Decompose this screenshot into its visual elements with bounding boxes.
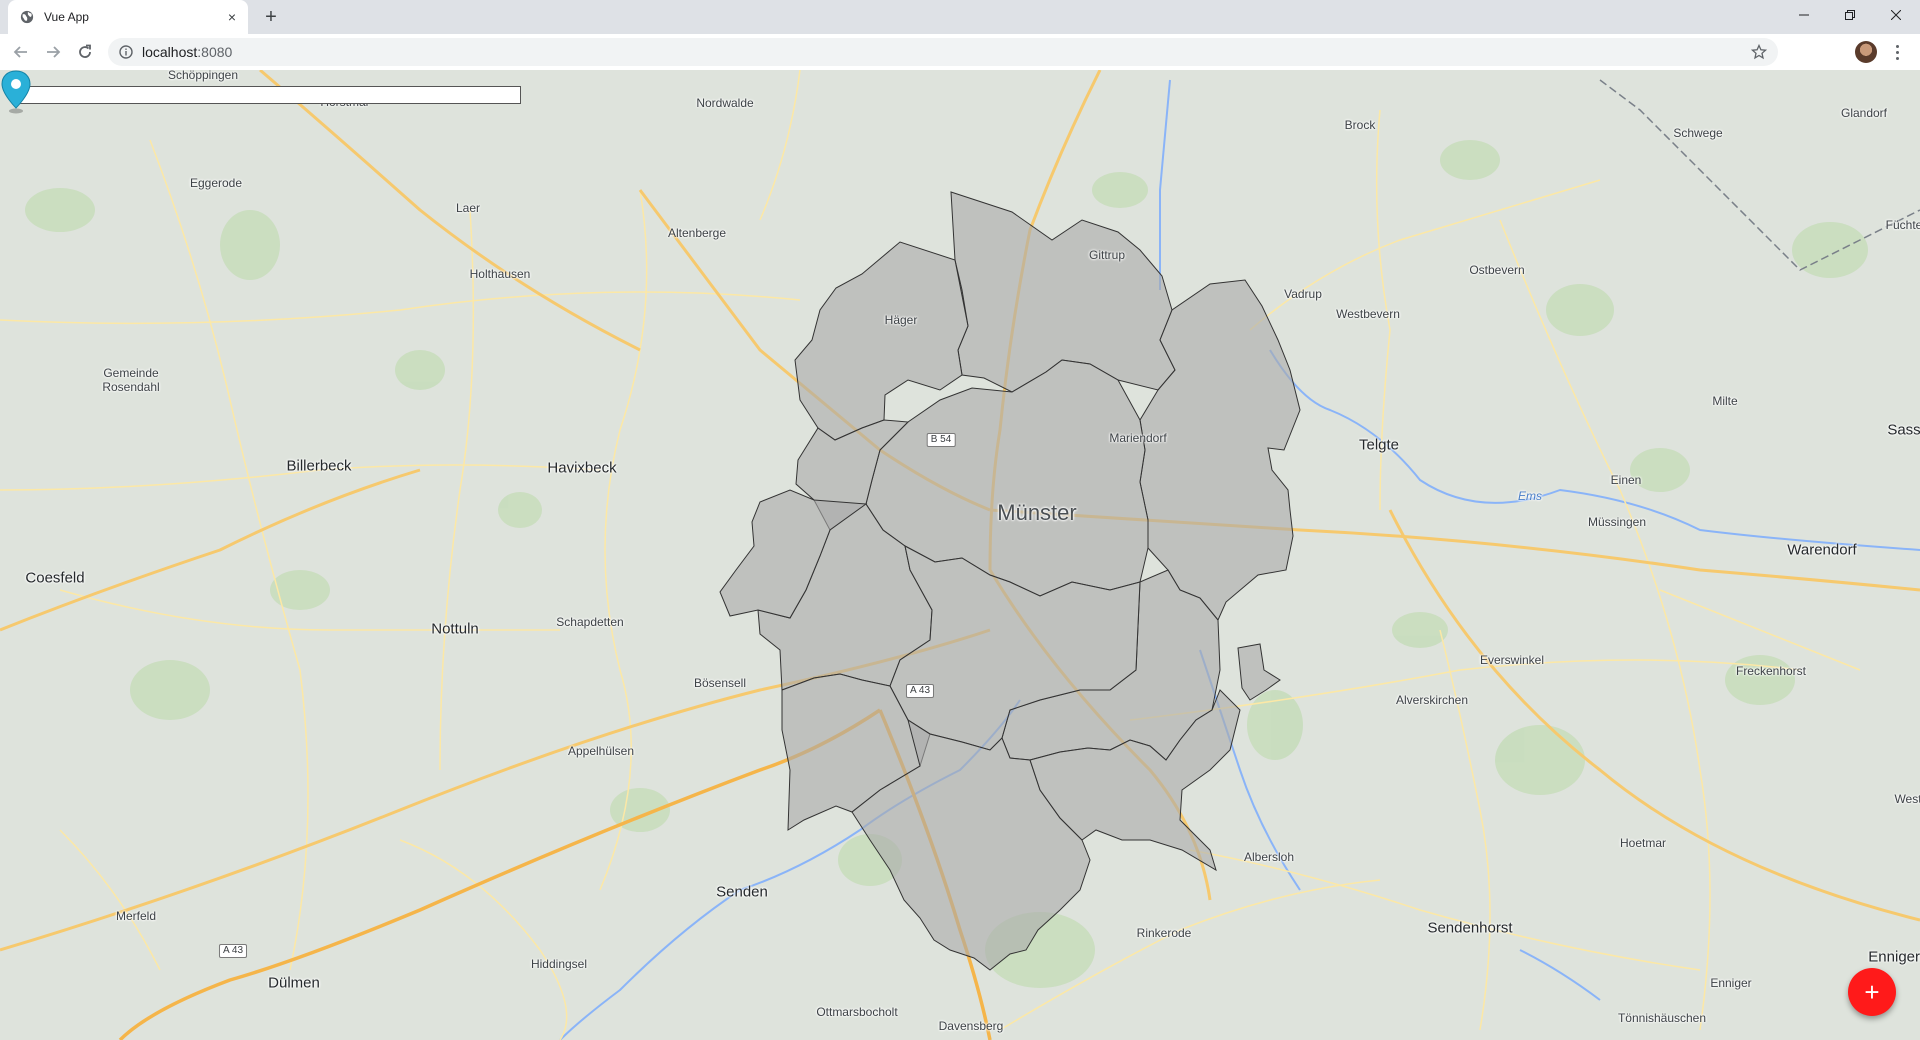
place-label: Müssingen: [1587, 515, 1647, 529]
place-label: Freckenhorst: [1735, 664, 1807, 678]
place-label: Ennigerlo: [1868, 948, 1920, 966]
place-label: Altenberge: [667, 226, 727, 240]
place-label: Milte: [1712, 394, 1738, 408]
reload-icon: [79, 44, 91, 58]
address-bar[interactable]: localhost:8080: [108, 38, 1778, 66]
reload-button[interactable]: [72, 39, 98, 65]
place-label: Schapdetten: [556, 615, 624, 629]
close-tab-icon[interactable]: ×: [224, 9, 240, 25]
place-label: Brock: [1344, 118, 1376, 132]
place-label: Nordwalde: [696, 96, 754, 110]
place-label: Davensberg: [938, 1019, 1004, 1033]
place-label: Enniger: [1710, 976, 1752, 990]
place-label: Bösensell: [693, 676, 747, 690]
place-label: Sass: [1887, 421, 1920, 439]
close-icon: [1891, 10, 1901, 20]
place-label: Gittrup: [1088, 248, 1126, 262]
place-label: Alverskirchen: [1395, 693, 1469, 707]
restore-icon: [1845, 10, 1855, 20]
url-port: :8080: [197, 44, 233, 60]
place-label: Sendenhorst: [1427, 919, 1513, 937]
map-viewport[interactable]: SchöppingenHorstmarNordwaldeBrockSchwege…: [0, 70, 1920, 1040]
place-label: Warendorf: [1787, 541, 1857, 559]
place-label: Hoetmar: [1619, 836, 1667, 850]
place-label: Einen: [1610, 473, 1642, 487]
minimize-button[interactable]: [1781, 0, 1827, 30]
place-label: Appelhülsen: [567, 744, 635, 758]
place-label: Havixbeck: [547, 459, 617, 477]
bookmark-star-icon[interactable]: [1750, 43, 1768, 61]
map-canvas: [0, 70, 1920, 1040]
add-button[interactable]: +: [1848, 968, 1896, 1016]
place-label: Albersloh: [1243, 850, 1295, 864]
place-label: West: [1894, 792, 1920, 806]
place-label: Schwege: [1673, 126, 1723, 140]
place-label: Schöppingen: [167, 70, 239, 82]
forward-arrow-icon: [47, 46, 61, 58]
road-shield: A 43: [218, 944, 248, 958]
place-label: Senden: [716, 883, 768, 901]
info-icon[interactable]: [118, 44, 134, 60]
url-host: localhost: [142, 44, 198, 60]
back-button[interactable]: [8, 39, 34, 65]
place-label: Münster: [997, 500, 1077, 525]
place-label: Merfeld: [115, 909, 157, 923]
back-arrow-icon: [13, 46, 27, 58]
place-label: Holthausen: [469, 267, 531, 281]
forward-button[interactable]: [40, 39, 66, 65]
place-label: Nottuln: [431, 620, 479, 638]
place-label: Hiddingsel: [530, 957, 588, 971]
tab-strip: Vue App × +: [0, 0, 1920, 34]
minimize-icon: [1799, 14, 1809, 16]
place-label: Ottmarsbocholt: [816, 1005, 898, 1019]
place-label: Dülmen: [268, 974, 320, 992]
browser-menu-icon[interactable]: [1890, 40, 1904, 64]
place-label: Ems: [1518, 489, 1542, 503]
profile-avatar[interactable]: [1855, 41, 1877, 63]
restore-button[interactable]: [1827, 0, 1873, 30]
place-label: Mariendorf: [1109, 431, 1167, 445]
place-label: Westbevern: [1336, 307, 1400, 321]
map-marker-icon[interactable]: [0, 70, 32, 114]
place-label: Füchte: [1885, 218, 1920, 232]
road-shield: B 54: [926, 433, 956, 447]
place-label: Häger: [884, 313, 918, 327]
place-label: Gemeinde Rosendahl: [102, 366, 160, 394]
place-label: Everswinkel: [1479, 653, 1545, 667]
new-tab-button[interactable]: +: [260, 7, 282, 29]
browser-toolbar: localhost:8080: [0, 34, 1920, 71]
place-label: Eggerode: [189, 176, 243, 190]
place-label: Coesfeld: [25, 569, 85, 587]
search-input[interactable]: [15, 86, 521, 104]
browser-tab[interactable]: Vue App ×: [8, 0, 248, 34]
place-label: Billerbeck: [286, 457, 352, 475]
place-label: Rinkerode: [1136, 926, 1192, 940]
place-label: Laer: [455, 201, 481, 215]
tab-title: Vue App: [44, 10, 89, 24]
close-window-button[interactable]: [1873, 0, 1919, 30]
place-label: Telgte: [1358, 436, 1400, 454]
place-label: Ostbevern: [1469, 263, 1525, 277]
globe-icon: [20, 10, 34, 24]
place-label: Tönnishäuschen: [1617, 1011, 1707, 1025]
place-label: Vadrup: [1284, 287, 1322, 301]
url-text: localhost:8080: [142, 44, 232, 60]
district-polygons: [719, 191, 1301, 971]
place-label: Glandorf: [1840, 106, 1888, 120]
road-shield: A 43: [905, 684, 935, 698]
